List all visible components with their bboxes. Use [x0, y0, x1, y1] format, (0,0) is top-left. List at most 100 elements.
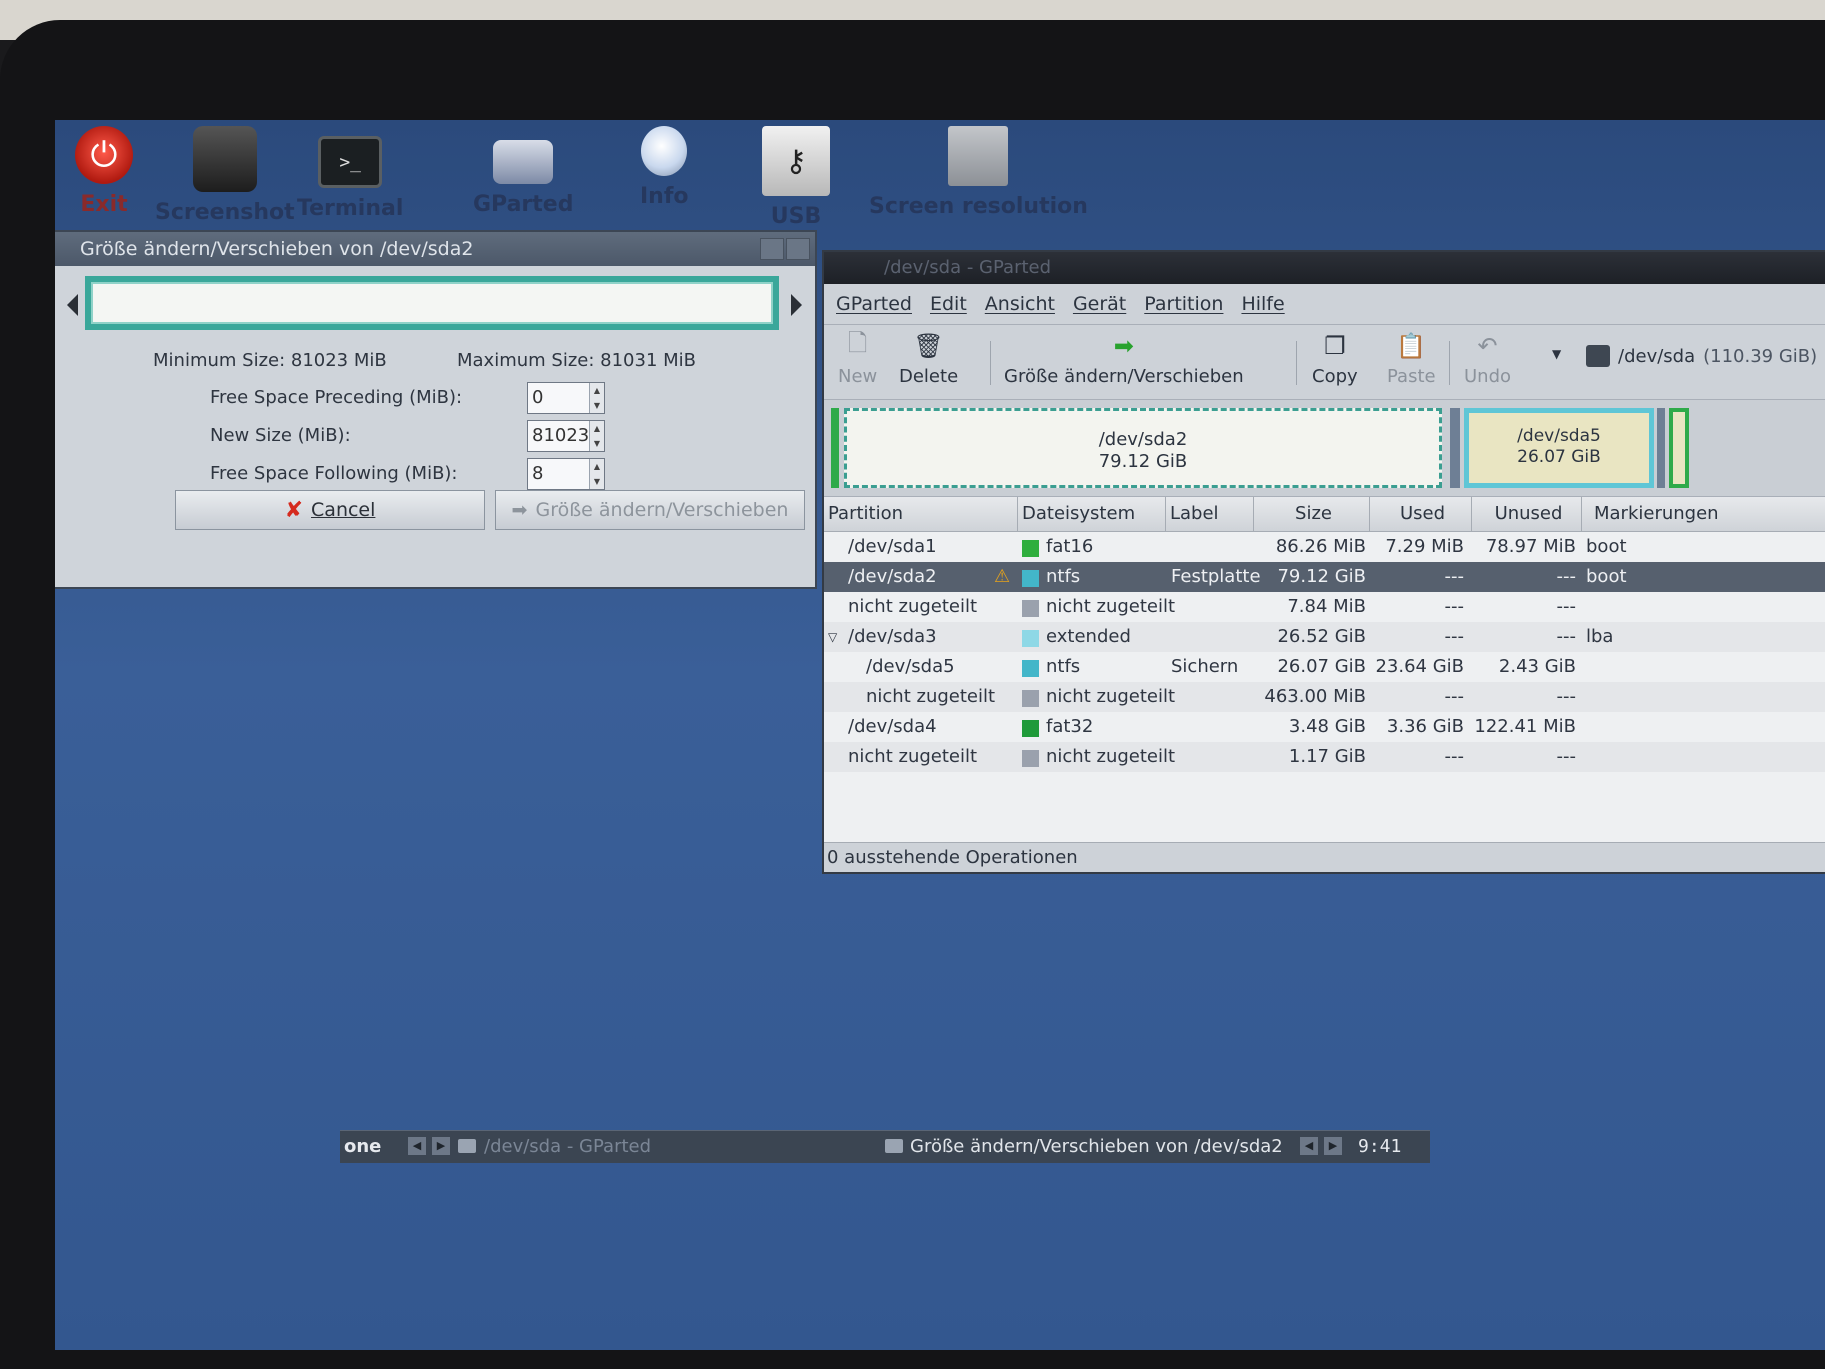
diskmap-unallocated-2[interactable] — [1657, 408, 1665, 488]
toolbar: 🗋 New 🗑 Delete ➡ Größe ändern/Verschiebe… — [824, 325, 1825, 400]
diskmap-sda1[interactable] — [831, 408, 839, 488]
toolbar-overflow[interactable]: ▼ — [1552, 347, 1561, 361]
cell-unused: --- — [1556, 566, 1577, 587]
launcher-gparted[interactable]: GParted — [473, 126, 573, 217]
cell-filesystem: ntfs — [1046, 656, 1081, 677]
delete-button[interactable]: 🗑 Delete — [899, 331, 958, 387]
col-unused[interactable]: Unused — [1472, 497, 1582, 531]
col-partition[interactable]: Partition — [824, 497, 1018, 531]
menu-hilfe[interactable]: Hilfe — [1241, 293, 1284, 315]
expander-icon[interactable]: ▽ — [828, 622, 837, 652]
col-size[interactable]: Size — [1254, 497, 1370, 531]
launcher-info[interactable]: Info — [640, 126, 689, 209]
diskmap-sda2[interactable]: /dev/sda2 79.12 GiB — [844, 408, 1442, 488]
undo-button[interactable]: ↶ Undo — [1464, 331, 1511, 387]
cell-partition: /dev/sda1 — [848, 536, 937, 557]
resize-apply-button[interactable]: ➡ Größe ändern/Verschieben — [495, 490, 805, 530]
menu-edit[interactable]: Edit — [930, 293, 967, 315]
table-row[interactable]: nicht zugeteilt nicht zugeteilt 1.17 GiB --… — [824, 742, 1825, 772]
launcher-label: Exit — [80, 192, 128, 217]
col-used[interactable]: Used — [1370, 497, 1472, 531]
cell-unused: --- — [1556, 746, 1577, 767]
launcher-exit[interactable]: ⏻ Exit — [75, 126, 133, 217]
left-handle-icon[interactable] — [67, 294, 78, 316]
table-row[interactable]: nicht zugeteilt nicht zugeteilt 463.00 MiB… — [824, 682, 1825, 712]
new-button[interactable]: 🗋 New — [838, 329, 878, 388]
col-markierungen[interactable]: Markierungen — [1582, 497, 1825, 531]
cell-label: Festplatte — [1171, 566, 1261, 587]
diskmap-sda4[interactable] — [1669, 408, 1689, 488]
prev-workspace-icon[interactable]: ◀ — [408, 1137, 426, 1155]
copy-button[interactable]: ❐ Copy — [1312, 331, 1358, 387]
spin-arrows-icon[interactable]: ▲ ▼ — [589, 459, 604, 489]
cell-used: 3.36 GiB — [1386, 716, 1464, 737]
table-row[interactable]: /dev/sda1 fat16 86.26 MiB 7.29 MiB 78.97 MiB… — [824, 532, 1825, 562]
cell-partition: /dev/sda2 — [848, 566, 937, 587]
following-spinbox[interactable]: ▲▼ — [527, 458, 605, 490]
spin-arrows-icon[interactable]: ▲ ▼ — [589, 383, 604, 413]
launcher-terminal[interactable]: >_ Terminal — [297, 126, 403, 221]
cell-partition: /dev/sda5 — [866, 656, 955, 677]
right-handle-icon[interactable] — [791, 294, 802, 316]
launcher-label: Screen resolution — [869, 194, 1088, 219]
new-size-spinbox[interactable]: ▲▼ — [527, 420, 605, 452]
launcher-usb[interactable]: ⚷ USB — [762, 126, 830, 229]
minimize-button[interactable] — [760, 238, 784, 260]
resize-arrow-icon: ➡ — [511, 499, 528, 521]
prev-task-icon[interactable]: ◀ — [1300, 1137, 1318, 1155]
menu-gparted[interactable]: GParted — [836, 293, 912, 315]
spin-arrows-icon[interactable]: ▲ ▼ — [589, 421, 604, 451]
cell-flags: boot — [1586, 536, 1627, 557]
cell-label — [1171, 532, 1261, 562]
copy-icon: ❐ — [1324, 332, 1346, 360]
preceding-spinbox[interactable]: ▲▼ — [527, 382, 605, 414]
col-label[interactable]: Label — [1166, 497, 1254, 531]
dialog-titlebar[interactable]: Größe ändern/Verschieben von /dev/sda2 — [55, 232, 815, 266]
diskmap-sda5-name: /dev/sda5 — [1517, 426, 1601, 446]
paste-button[interactable]: 📋 Paste — [1387, 331, 1436, 387]
trash-icon: 🗑 — [913, 332, 944, 360]
filesystem-color-swatch — [1022, 630, 1039, 647]
next-workspace-icon[interactable]: ▶ — [432, 1137, 450, 1155]
new-label: New — [838, 366, 878, 387]
paste-label: Paste — [1387, 366, 1436, 387]
menu-partition[interactable]: Partition — [1144, 293, 1223, 315]
col-dateisystem[interactable]: Dateisystem — [1018, 497, 1166, 531]
launcher-screenshot[interactable]: Screenshot — [155, 126, 295, 225]
diskmap-sda5[interactable]: /dev/sda5 26.07 GiB — [1464, 408, 1654, 488]
device-name: /dev/sda — [1618, 345, 1696, 367]
cancel-button[interactable]: ✘ Cancel — [175, 490, 485, 530]
cell-unused: 2.43 GiB — [1498, 656, 1576, 677]
usb-drive-icon: ⚷ — [762, 126, 830, 196]
table-row[interactable]: nicht zugeteilt nicht zugeteilt 7.84 MiB --… — [824, 592, 1825, 622]
following-input[interactable] — [528, 459, 592, 487]
gparted-titlebar[interactable]: /dev/sda - GParted — [824, 252, 1825, 284]
menu-geraet[interactable]: Gerät — [1073, 293, 1126, 315]
device-size: (110.39 GiB) — [1703, 345, 1818, 367]
table-row[interactable]: /dev/sda4 fat32 3.48 GiB 3.36 GiB 122.41 MiB — [824, 712, 1825, 742]
preceding-input[interactable] — [528, 383, 592, 411]
next-task-icon[interactable]: ▶ — [1324, 1137, 1342, 1155]
device-selector[interactable]: /dev/sda (110.39 GiB) — [1586, 345, 1817, 367]
close-button[interactable] — [786, 238, 810, 260]
cell-label — [1171, 622, 1261, 652]
filesystem-color-swatch — [1022, 690, 1039, 707]
diskmap-unallocated[interactable] — [1450, 408, 1460, 488]
new-size-input[interactable] — [528, 421, 592, 449]
gparted-icon — [493, 140, 554, 184]
cell-size: 26.52 GiB — [1277, 626, 1366, 647]
filesystem-color-swatch — [1022, 600, 1039, 617]
partition-bar[interactable] — [85, 276, 779, 330]
menu-ansicht[interactable]: Ansicht — [985, 293, 1055, 315]
table-row[interactable]: /dev/sda5 ntfs Sichern 26.07 GiB 23.64 GiB 2.… — [824, 652, 1825, 682]
launcher-screen-resolution[interactable]: Screen resolution — [869, 126, 1088, 219]
table-row[interactable]: /dev/sda2 ⚠ ntfs Festplatte 79.12 GiB --- --- b… — [824, 562, 1825, 592]
launcher-label: GParted — [473, 192, 574, 217]
workspace-name[interactable]: one — [344, 1131, 381, 1163]
table-row[interactable]: ▽ /dev/sda3 extended 26.52 GiB --- --- lba — [824, 622, 1825, 652]
partition-resizer[interactable] — [67, 276, 802, 336]
task-gparted[interactable]: /dev/sda - GParted — [484, 1131, 651, 1163]
resize-button[interactable]: ➡ Größe ändern/Verschieben — [1004, 331, 1244, 387]
cell-partition: nicht zugeteilt — [866, 686, 996, 707]
task-resize-dialog[interactable]: Größe ändern/Verschieben von /dev/sda2 — [910, 1131, 1283, 1163]
